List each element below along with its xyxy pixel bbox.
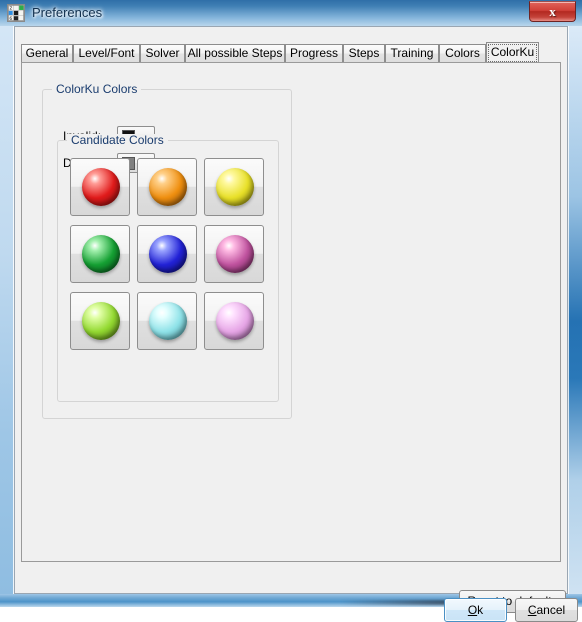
candidate-color-button-light-pink[interactable] [204,292,264,350]
cancel-button-label: ancel [536,603,566,617]
marble-icon-red [82,168,120,206]
marble-icon-light-pink [216,302,254,340]
tab-label: Solver [145,46,180,60]
tab-label: All possible Steps [187,46,283,60]
svg-text:6: 6 [9,16,12,21]
marble-icon-orange [149,168,187,206]
tab-colors[interactable]: Colors [439,44,486,63]
candidate-color-button-blue[interactable] [137,225,197,283]
close-icon[interactable]: x [529,1,576,22]
window-title: Preferences [32,5,103,20]
svg-text:2: 2 [9,5,12,11]
marble-icon-cyan [149,302,187,340]
cancel-button[interactable]: Cancel [515,598,578,622]
candidate-color-button-orange[interactable] [137,158,197,216]
tab-label: Colors [445,46,480,60]
tab-solver[interactable]: Solver [140,44,185,63]
candidate-color-button-red[interactable] [70,158,130,216]
marble-icon-green [82,235,120,273]
marble-icon-magenta [216,235,254,273]
tab-label: ColorKu [490,45,535,59]
tab-steps[interactable]: Steps [343,44,385,63]
candidate-colors-group-title: Candidate Colors [67,134,168,147]
marble-icon-light-green [82,302,120,340]
tab-label: Progress [289,46,339,60]
window-frame-left [0,26,14,594]
tab-general[interactable]: General [21,44,73,63]
preferences-window: 2 6 Preferences x General Level/Font Solve… [0,0,582,622]
tab-label: Training [390,46,434,60]
marble-icon-blue [149,235,187,273]
candidate-color-button-magenta[interactable] [204,225,264,283]
close-glyph: x [549,4,556,19]
colorku-colors-group-title: ColorKu Colors [52,83,142,96]
title-bar[interactable]: 2 6 Preferences x [0,0,582,26]
tab-colorku[interactable]: ColorKu [486,42,539,63]
tab-progress[interactable]: Progress [285,44,343,63]
candidate-colors-group: Candidate Colors [57,134,279,402]
tab-page-colorku: ColorKu Colors Invalid:...Deviation:... … [21,62,566,613]
tab-training[interactable]: Training [385,44,439,63]
colorku-colors-group: ColorKu Colors Invalid:...Deviation:... … [42,83,292,419]
tab-level-font[interactable]: Level/Font [73,44,140,63]
tab-label: Level/Font [78,46,135,60]
window-frame-highlight-right [568,26,569,594]
tab-all-possible-steps[interactable]: All possible Steps [185,44,285,63]
sudoku-grid-icon: 2 6 [7,4,25,22]
marble-icon-yellow [216,168,254,206]
candidate-color-button-yellow[interactable] [204,158,264,216]
tab-label: General [25,46,69,60]
tab-label: Steps [348,46,380,60]
dialog-client-area: General Level/Font Solver All possible Step… [14,26,578,622]
ok-button-label: k [477,603,484,617]
candidate-color-button-light-green[interactable] [70,292,130,350]
ok-button-mnemonic: O [467,603,478,617]
ok-button[interactable]: Ok [444,598,507,622]
window-frame-right [568,26,582,594]
candidate-color-button-green[interactable] [70,225,130,283]
candidate-color-button-cyan[interactable] [137,292,197,350]
